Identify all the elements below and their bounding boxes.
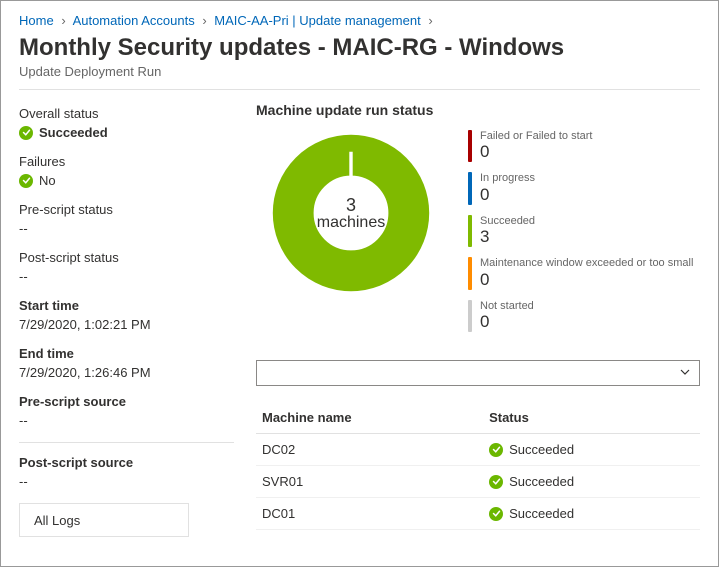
legend-maintenance: Maintenance window exceeded or too small…	[468, 257, 693, 289]
overall-status-label: Overall status	[19, 106, 234, 121]
post-script-status-value: --	[19, 269, 234, 284]
start-time-label: Start time	[19, 298, 234, 313]
pre-script-status-label: Pre-script status	[19, 202, 234, 217]
page-subtitle: Update Deployment Run	[19, 64, 700, 79]
breadcrumb: Home › Automation Accounts › MAIC-AA-Pri…	[19, 13, 700, 28]
legend-maintenance-value: 0	[480, 270, 693, 290]
start-time-value: 7/29/2020, 1:02:21 PM	[19, 317, 234, 332]
overall-status-value: Succeeded	[39, 125, 108, 140]
legend-notstarted: Not started 0	[468, 300, 693, 332]
legend-failed: Failed or Failed to start 0	[468, 130, 693, 162]
col-status[interactable]: Status	[483, 402, 700, 434]
breadcrumb-automation-accounts[interactable]: Automation Accounts	[73, 13, 195, 28]
end-time-value: 7/29/2020, 1:26:46 PM	[19, 365, 234, 380]
table-row[interactable]: SVR01 Succeeded	[256, 466, 700, 498]
chevron-down-icon	[679, 366, 691, 381]
donut-label: machines	[317, 214, 385, 232]
failures-value: No	[39, 173, 56, 188]
legend-succeeded: Succeeded 3	[468, 215, 693, 247]
chevron-right-icon: ›	[61, 13, 65, 28]
post-script-source-label: Post-script source	[19, 455, 234, 470]
page-title: Monthly Security updates - MAIC-RG - Win…	[19, 34, 700, 62]
divider	[19, 442, 234, 443]
pre-script-source-label: Pre-script source	[19, 394, 234, 409]
machines-donut-chart: 3 machines	[266, 128, 436, 298]
breadcrumb-home[interactable]: Home	[19, 13, 54, 28]
donut-count: 3	[346, 195, 356, 216]
end-time-label: End time	[19, 346, 234, 361]
table-row[interactable]: DC01 Succeeded	[256, 498, 700, 530]
legend-succeeded-label: Succeeded	[480, 215, 535, 227]
pre-script-status-value: --	[19, 221, 234, 236]
status-cell: Succeeded	[509, 506, 574, 521]
divider	[19, 89, 700, 90]
all-logs-label: All Logs	[34, 513, 80, 528]
legend-color-succeeded	[468, 215, 472, 247]
success-icon	[489, 443, 503, 457]
legend-failed-value: 0	[480, 142, 593, 162]
legend-color-maintenance	[468, 257, 472, 289]
legend-color-inprogress	[468, 172, 472, 204]
filter-dropdown[interactable]	[256, 360, 700, 386]
legend-succeeded-value: 3	[480, 227, 535, 247]
legend-inprogress-value: 0	[480, 185, 535, 205]
legend-notstarted-label: Not started	[480, 300, 534, 312]
summary-panel: Overall status Succeeded Failures No Pre…	[19, 102, 234, 537]
legend-color-failed	[468, 130, 472, 162]
machines-table: Machine name Status DC02 Succeeded SVR01	[256, 402, 700, 530]
success-icon	[19, 174, 33, 188]
legend-inprogress-label: In progress	[480, 172, 535, 184]
post-script-status-label: Post-script status	[19, 250, 234, 265]
status-cell: Succeeded	[509, 474, 574, 489]
legend-failed-label: Failed or Failed to start	[480, 130, 593, 142]
machine-name-cell: DC02	[256, 434, 483, 466]
pre-script-source-value: --	[19, 413, 234, 428]
col-machine-name[interactable]: Machine name	[256, 402, 483, 434]
legend-color-notstarted	[468, 300, 472, 332]
all-logs-button[interactable]: All Logs	[19, 503, 189, 537]
post-script-source-value: --	[19, 474, 234, 489]
breadcrumb-update-management[interactable]: MAIC-AA-Pri | Update management	[214, 13, 420, 28]
chevron-right-icon: ›	[202, 13, 206, 28]
chevron-right-icon: ›	[428, 13, 432, 28]
status-cell: Succeeded	[509, 442, 574, 457]
success-icon	[489, 507, 503, 521]
failures-label: Failures	[19, 154, 234, 169]
legend-notstarted-value: 0	[480, 312, 534, 332]
legend-inprogress: In progress 0	[468, 172, 693, 204]
machine-name-cell: SVR01	[256, 466, 483, 498]
status-legend: Failed or Failed to start 0 In progress …	[468, 130, 693, 332]
table-row[interactable]: DC02 Succeeded	[256, 434, 700, 466]
success-icon	[19, 126, 33, 140]
run-status-heading: Machine update run status	[256, 102, 700, 118]
machine-name-cell: DC01	[256, 498, 483, 530]
legend-maintenance-label: Maintenance window exceeded or too small	[480, 257, 693, 269]
success-icon	[489, 475, 503, 489]
